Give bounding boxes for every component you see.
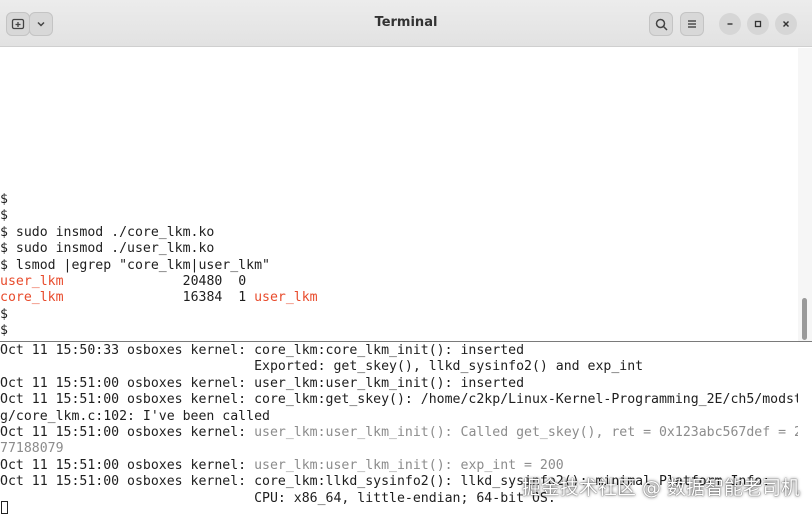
terminal-text: core_lkm — [0, 290, 64, 306]
hamburger-menu-icon — [688, 20, 696, 28]
terminal-line: $ — [0, 192, 798, 208]
terminal-text: Exported: get_skey(), llkd_sysinfo2() an… — [0, 359, 644, 375]
terminal-output-top[interactable]: $ $ $ sudo insmod ./core_lkm.ko $ sudo insm… — [0, 192, 798, 342]
terminal-line: $ — [0, 307, 798, 323]
terminal-text: 77188079 — [0, 441, 64, 457]
terminal-text: $ sudo insmod ./user_lkm.ko — [0, 241, 215, 257]
terminal-text: Oct 11 15:51:00 osboxes kernel: user_lkm… — [0, 375, 525, 391]
terminal-line: $ lsmod |egrep "core_lkm|user_lkm" — [0, 258, 798, 274]
maximize-icon — [754, 20, 762, 28]
terminal-text: $ — [0, 208, 8, 224]
terminal-text: Oct 11 15:51:00 osboxes kernel: core_lkm… — [0, 392, 798, 408]
terminal-line: $ sudo insmod ./core_lkm.ko — [0, 225, 798, 241]
terminal-text: $ — [0, 323, 8, 339]
terminal-cursor — [1, 501, 8, 514]
terminal-text: Oct 11 15:50:33 osboxes kernel: core_lkm… — [0, 343, 525, 358]
terminal-text: Oct 11 15:51:00 osboxes kernel: — [0, 457, 255, 473]
minimize-icon — [727, 23, 733, 25]
terminal-line: $ sudo insmod ./user_lkm.ko — [0, 241, 798, 257]
scrollbar[interactable] — [798, 48, 812, 341]
terminal-text: Oct 11 15:51:00 osboxes kernel: — [0, 424, 255, 440]
terminal-text: $ sudo insmod ./core_lkm.ko — [0, 224, 215, 240]
terminal-line: $ — [0, 323, 798, 339]
pane-divider — [0, 341, 812, 342]
terminal-line: Oct 11 15:51:00 osboxes kernel: user_lkm… — [0, 458, 798, 474]
close-icon — [783, 21, 789, 27]
terminal-text: 20480 0 — [63, 273, 247, 289]
terminal-text: $ — [0, 192, 8, 207]
terminal-line: user_lkm 20480 0 — [0, 274, 798, 290]
search-button[interactable] — [649, 12, 673, 36]
maximize-button[interactable] — [747, 13, 769, 35]
terminal-text: user_lkm — [254, 290, 318, 306]
watermark: 掘金技术社区 @ 数据智能老司机 — [521, 477, 800, 499]
search-icon — [655, 18, 668, 31]
terminal-line: Oct 11 15:50:33 osboxes kernel: core_lkm… — [0, 343, 798, 359]
title-bar: Terminal — [0, 0, 812, 47]
minimize-button[interactable] — [719, 13, 741, 35]
menu-button[interactable] — [680, 12, 704, 36]
terminal-line: Exported: get_skey(), llkd_sysinfo2() an… — [0, 359, 798, 375]
terminal-line: Oct 11 15:51:00 osboxes kernel: user_lkm… — [0, 376, 798, 392]
terminal-line: Oct 11 15:51:00 osboxes kernel: user_lkm… — [0, 425, 798, 441]
terminal-text: user_lkm:user_lkm_init(): exp_int = 200 — [254, 457, 564, 473]
terminal-line: 77188079 — [0, 441, 798, 457]
terminal-line: $ — [0, 208, 798, 224]
terminal-line: core_lkm 16384 1 user_lkm — [0, 290, 798, 306]
close-button[interactable] — [775, 13, 797, 35]
terminal-text: $ — [0, 306, 8, 322]
terminal-text: g/core_lkm.c:102: I've been called — [0, 408, 270, 424]
terminal-text: $ lsmod |egrep "core_lkm|user_lkm" — [0, 257, 270, 273]
terminal-line: Oct 11 15:51:00 osboxes kernel: core_lkm… — [0, 392, 798, 408]
scrollbar-thumb[interactable] — [802, 298, 807, 340]
terminal-line: g/core_lkm.c:102: I've been called — [0, 409, 798, 425]
terminal-text: user_lkm:user_lkm_init(): Called get_ske… — [254, 424, 798, 440]
terminal-text: 16384 1 — [63, 290, 255, 306]
terminal-text: CPU: x86_64, little-endian; 64-bit OS. — [0, 490, 556, 506]
terminal-text: user_lkm — [0, 273, 64, 289]
